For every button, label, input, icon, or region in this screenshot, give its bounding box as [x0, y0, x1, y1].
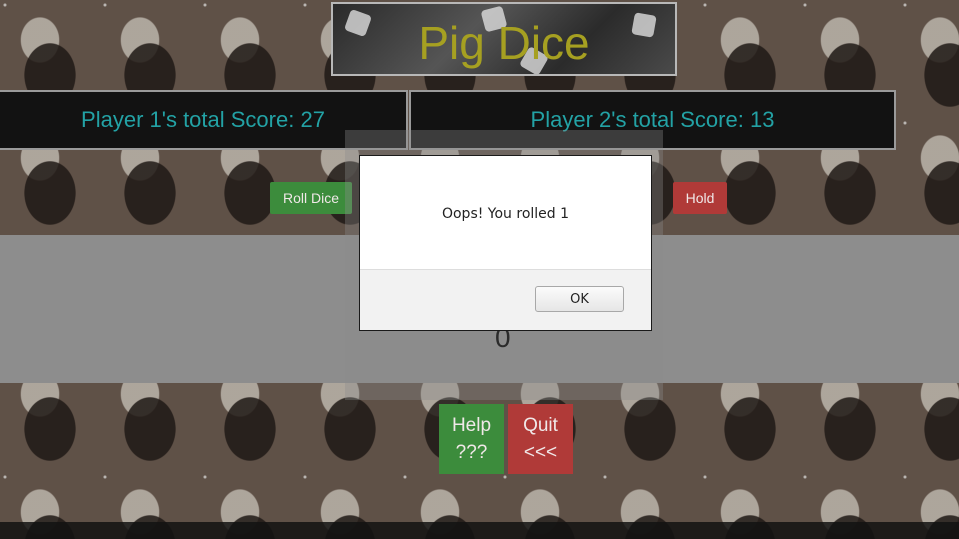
alert-message: Oops! You rolled 1	[441, 206, 570, 222]
bottom-strip	[0, 522, 959, 539]
alert-dialog: Oops! You rolled 1 OK	[359, 155, 652, 331]
hold-button[interactable]: Hold	[673, 182, 727, 214]
quit-button[interactable]: Quit <<<	[508, 404, 573, 474]
ok-button[interactable]: OK	[535, 286, 624, 312]
roll-dice-button[interactable]: Roll Dice	[270, 182, 352, 214]
help-button[interactable]: Help ???	[439, 404, 504, 474]
alert-footer: OK	[360, 269, 651, 330]
title-banner: Pig Dice	[331, 2, 677, 76]
help-label: Help	[451, 415, 492, 436]
help-question-marks: ???	[455, 442, 488, 463]
game-title: Pig Dice	[418, 17, 590, 69]
quit-arrows: <<<	[523, 442, 558, 463]
quit-label: Quit	[523, 415, 558, 436]
